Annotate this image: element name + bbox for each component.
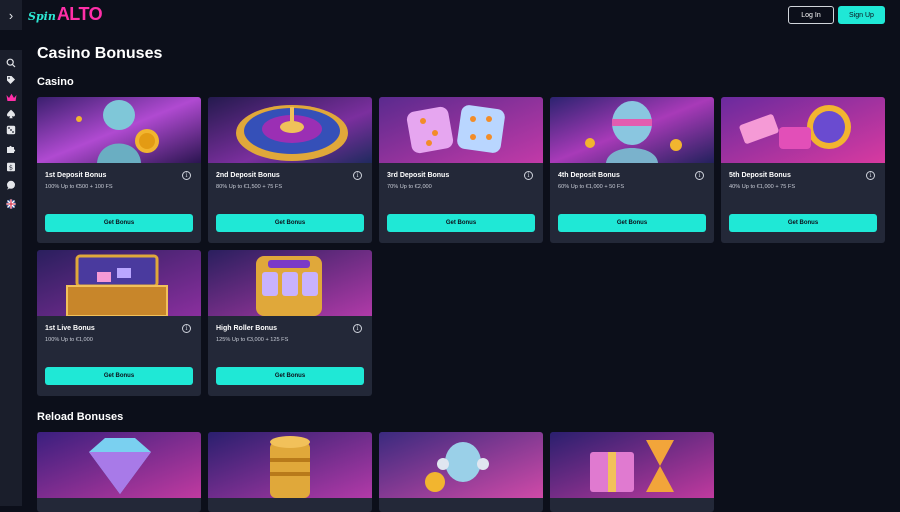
logo[interactable]: Spin ALTO [28, 4, 103, 26]
bonus-art-gift-hourglass [550, 432, 714, 498]
info-icon[interactable]: i [182, 324, 191, 333]
uk-flag-icon[interactable] [5, 198, 17, 210]
bonus-name: 3rd Deposit Bonus [387, 172, 450, 179]
bonus-name: 1st Live Bonus [45, 325, 95, 332]
bonus-terms: 60% Up to €1,000 + 50 FS [558, 184, 625, 190]
bonus-name: High Roller Bonus [216, 325, 278, 332]
top-bar: › Spin ALTO Log In Sign Up [0, 0, 900, 30]
section-title-casino: Casino [37, 76, 74, 88]
info-icon[interactable]: i [524, 171, 533, 180]
bonus-name: 2nd Deposit Bonus [216, 172, 280, 179]
chevron-right-icon: › [8, 7, 14, 23]
bonus-card-3rd-deposit: 3rd Deposit Bonus i 70% Up to €2,000 Get… [379, 97, 543, 243]
reload-card-headphones-statue [379, 432, 543, 512]
bonus-name: 4th Deposit Bonus [558, 172, 620, 179]
sidebar: $ [0, 50, 22, 506]
dice-icon[interactable] [5, 124, 17, 136]
get-bonus-button[interactable]: Get Bonus [216, 367, 364, 385]
get-bonus-button[interactable]: Get Bonus [216, 214, 364, 232]
money-icon[interactable]: $ [5, 161, 17, 173]
bonus-art-money-bag [721, 97, 885, 163]
svg-text:$: $ [9, 164, 13, 172]
bonus-terms: 80% Up to €1,500 + 75 FS [216, 184, 283, 190]
bonus-terms: 100% Up to €500 + 100 FS [45, 184, 113, 190]
bonus-card-1st-deposit: 1st Deposit Bonus i 100% Up to €500 + 10… [37, 97, 201, 243]
section-title-reload: Reload Bonuses [37, 411, 124, 423]
bonus-art-slot-machine [208, 250, 372, 316]
search-icon[interactable] [5, 57, 17, 69]
chat-icon[interactable] [5, 179, 17, 191]
bonus-card-5th-deposit: 5th Deposit Bonus i 40% Up to €1,000 + 7… [721, 97, 885, 243]
bonus-art-bust [550, 97, 714, 163]
info-icon[interactable]: i [353, 171, 362, 180]
get-bonus-button[interactable]: Get Bonus [558, 214, 706, 232]
bonus-art-coin-stack [208, 432, 372, 498]
get-bonus-button[interactable]: Get Bonus [729, 214, 877, 232]
spade-icon[interactable] [5, 108, 17, 120]
reload-card-diamond [37, 432, 201, 512]
login-button[interactable]: Log In [788, 6, 834, 24]
get-bonus-button[interactable]: Get Bonus [387, 214, 535, 232]
sidebar-toggle-button[interactable]: › [0, 0, 22, 30]
info-icon[interactable]: i [353, 324, 362, 333]
info-icon[interactable]: i [182, 171, 191, 180]
bonus-card-4th-deposit: 4th Deposit Bonus i 60% Up to €1,000 + 5… [550, 97, 714, 243]
tag-icon[interactable] [5, 74, 17, 86]
get-bonus-button[interactable]: Get Bonus [45, 367, 193, 385]
info-icon[interactable]: i [866, 171, 875, 180]
bonus-name: 1st Deposit Bonus [45, 172, 107, 179]
crown-icon[interactable] [5, 91, 17, 103]
logo-spin: Spin [28, 10, 56, 23]
bonus-terms: 40% Up to €1,000 + 75 FS [729, 184, 796, 190]
bonus-art-dice [379, 97, 543, 163]
puzzle-icon[interactable] [5, 143, 17, 155]
logo-alto: ALTO [56, 4, 103, 24]
signup-button[interactable]: Sign Up [838, 6, 885, 24]
bonus-terms: 100% Up to €1,000 [45, 337, 93, 343]
bonus-art-statue-headphones [379, 432, 543, 498]
bonus-name: 5th Deposit Bonus [729, 172, 791, 179]
bonus-art-treasure-chest [37, 250, 201, 316]
bonus-art-diamond [37, 432, 201, 498]
bonus-terms: 70% Up to €2,000 [387, 184, 432, 190]
info-icon[interactable]: i [695, 171, 704, 180]
page-title: Casino Bonuses [37, 45, 163, 62]
bonus-card-1st-live: 1st Live Bonus i 100% Up to €1,000 Get B… [37, 250, 201, 396]
bonus-card-2nd-deposit: 2nd Deposit Bonus i 80% Up to €1,500 + 7… [208, 97, 372, 243]
reload-card-gift [550, 432, 714, 512]
bonus-card-high-roller: High Roller Bonus i 125% Up to €3,000 + … [208, 250, 372, 396]
reload-card-coins [208, 432, 372, 512]
get-bonus-button[interactable]: Get Bonus [45, 214, 193, 232]
bonus-art-statue-coin [37, 97, 201, 163]
bonus-art-roulette [208, 97, 372, 163]
bonus-terms: 125% Up to €3,000 + 125 FS [216, 337, 289, 343]
